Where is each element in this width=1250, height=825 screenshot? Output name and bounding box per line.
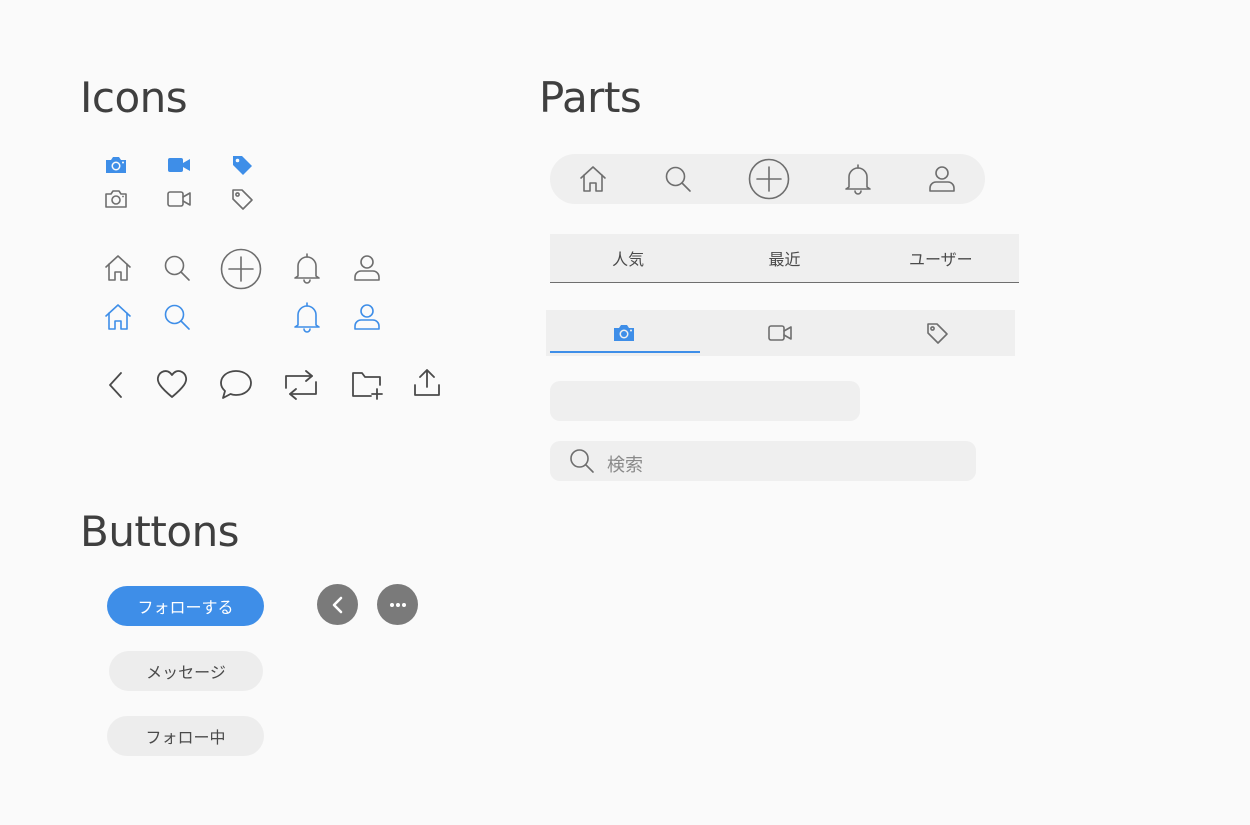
nav-home-icon[interactable] [579, 165, 607, 193]
text-input-field[interactable] [550, 381, 860, 421]
following-button[interactable]: フォロー中 [107, 716, 264, 756]
home-icon [104, 254, 132, 282]
user-icon [353, 254, 381, 282]
repost-icon [284, 370, 318, 400]
bell-icon [293, 252, 321, 284]
user-active-icon [353, 303, 381, 331]
tab-tags[interactable] [859, 310, 1015, 356]
bell-active-icon [293, 301, 321, 333]
video-outline-icon [167, 189, 191, 209]
camera-icon [612, 322, 636, 344]
bottom-nav-bar [550, 154, 985, 204]
chevron-left-icon [105, 370, 127, 400]
add-circle-icon [220, 248, 262, 290]
nav-search-icon[interactable] [664, 165, 692, 193]
nav-user-icon[interactable] [928, 165, 956, 193]
message-button[interactable]: メッセージ [109, 651, 263, 691]
video-outline-icon [768, 323, 793, 343]
tag-icon [230, 153, 254, 177]
tab-recent[interactable]: 最近 [706, 234, 862, 282]
icons-section-title: Icons [80, 73, 188, 122]
tab-users[interactable]: ユーザー [863, 234, 1019, 282]
camera-icon [104, 154, 128, 176]
search-field[interactable]: 検索 [550, 441, 976, 481]
chevron-left-icon [331, 596, 345, 614]
text-tab-bar: 人気 最近 ユーザー [550, 234, 1019, 283]
buttons-section-title: Buttons [80, 507, 240, 556]
back-button[interactable] [317, 584, 358, 625]
search-active-icon [163, 303, 191, 331]
home-active-icon [104, 303, 132, 331]
active-tab-indicator [550, 351, 701, 353]
camera-outline-icon [104, 188, 128, 210]
more-button[interactable] [377, 584, 418, 625]
search-icon [569, 448, 595, 474]
comment-icon [219, 369, 253, 401]
icon-tab-bar [546, 310, 1015, 356]
tag-outline-icon [925, 321, 949, 345]
parts-section-title: Parts [539, 73, 642, 122]
more-dots-icon [389, 602, 407, 608]
follow-button[interactable]: フォローする [107, 586, 264, 626]
folder-add-icon [351, 370, 383, 400]
heart-icon [156, 369, 188, 399]
share-icon [412, 368, 442, 398]
tab-videos[interactable] [702, 310, 858, 356]
tab-popular[interactable]: 人気 [550, 234, 706, 282]
search-icon [163, 254, 191, 282]
tag-outline-icon [230, 187, 254, 211]
video-icon [167, 155, 191, 175]
tab-photos[interactable] [546, 310, 702, 356]
search-placeholder: 検索 [607, 455, 643, 476]
nav-bell-icon[interactable] [844, 163, 872, 195]
nav-add-circle-icon[interactable] [748, 158, 790, 200]
